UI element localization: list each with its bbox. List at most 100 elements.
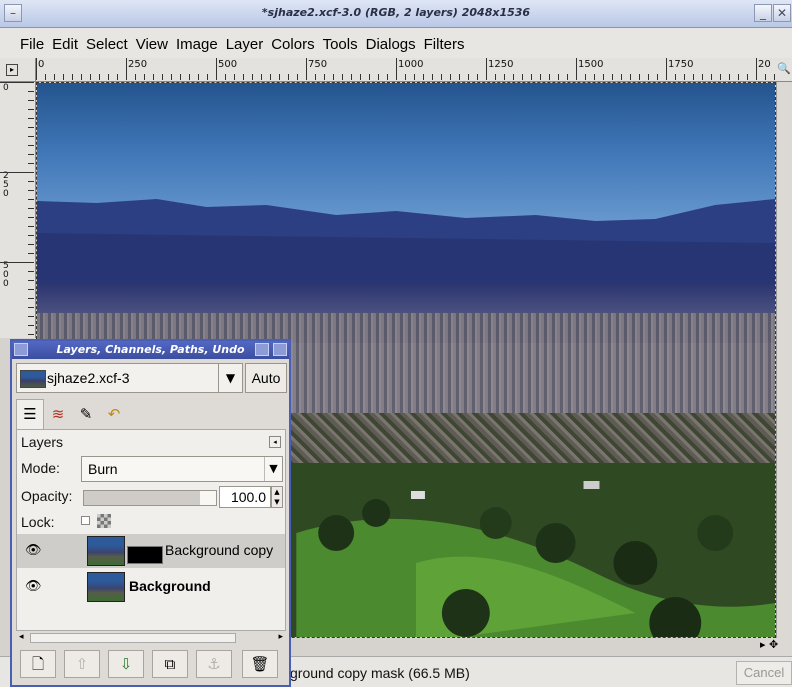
- ruler-tick: [513, 74, 514, 80]
- paths-tab-icon[interactable]: ✎: [72, 400, 100, 430]
- ruler-tick: [36, 58, 37, 80]
- ruler-tick: [45, 74, 46, 80]
- menu-view[interactable]: View: [132, 28, 172, 53]
- ruler-tick: [28, 280, 34, 281]
- ruler-label: 5 0 0: [3, 261, 9, 289]
- layers-horizontal-scrollbar[interactable]: ◂ ▸: [16, 630, 286, 644]
- opacity-fill: [84, 491, 201, 505]
- duplicate-layer-icon[interactable]: ⧉: [152, 650, 188, 678]
- ruler-tick: [28, 181, 34, 182]
- ruler-tick: [612, 74, 613, 80]
- scrollbar-thumb[interactable]: [30, 633, 236, 643]
- chevron-down-icon[interactable]: ▼: [264, 457, 282, 481]
- ruler-tick: [28, 91, 34, 92]
- ruler-tick: [144, 74, 145, 80]
- dock-maximize-icon[interactable]: [255, 343, 269, 356]
- ruler-tick: [639, 74, 640, 80]
- ruler-tick: [603, 74, 604, 80]
- layer-row[interactable]: 👁 Background: [17, 570, 285, 604]
- ruler-tick: [297, 74, 298, 80]
- vertical-ruler[interactable]: 0 2 5 0 5 0 0: [0, 82, 36, 338]
- menu-select[interactable]: Select: [82, 28, 132, 53]
- menu-dialogs[interactable]: Dialogs: [362, 28, 420, 53]
- anchor-layer-icon[interactable]: ⚓: [196, 650, 232, 678]
- opacity-slider[interactable]: [83, 490, 217, 506]
- menu-file[interactable]: File: [0, 28, 48, 53]
- ruler-tick: [28, 235, 34, 236]
- ruler-tick: [225, 74, 226, 80]
- ruler-tick: [549, 74, 550, 80]
- channels-tab-icon[interactable]: ≋: [44, 400, 72, 430]
- gimp-image-window: – *sjhaze2.xcf-3.0 (RGB, 2 layers) 2048x…: [0, 0, 792, 687]
- opacity-input[interactable]: 100.0: [219, 486, 271, 508]
- ruler-tick: [630, 74, 631, 80]
- ruler-tick: [540, 74, 541, 80]
- ruler-tick: [594, 74, 595, 80]
- eye-icon[interactable]: 👁: [25, 543, 42, 558]
- undo-tab-icon[interactable]: ↶: [100, 400, 128, 430]
- ruler-label: 0: [38, 59, 45, 70]
- ruler-tick: [28, 109, 34, 110]
- ruler-tick: [486, 58, 487, 80]
- delete-layer-icon[interactable]: 🗑: [242, 650, 278, 678]
- new-layer-icon[interactable]: 🗋: [20, 650, 56, 678]
- menu-layer[interactable]: Layer: [222, 28, 268, 53]
- mode-select[interactable]: Burn ▼: [81, 456, 283, 482]
- navigate-icon[interactable]: ▸ ✥: [760, 638, 792, 656]
- image-thumbnail: [20, 370, 46, 388]
- image-selector[interactable]: sjhaze2.xcf-3 ▼: [16, 363, 243, 393]
- ruler-tick: [28, 325, 34, 326]
- ruler-tick: [477, 74, 478, 80]
- lock-alpha-checkbox[interactable]: [81, 516, 90, 525]
- menu-colors[interactable]: Colors: [267, 28, 318, 53]
- menu-filters[interactable]: Filters: [420, 28, 469, 53]
- ruler-tick: [153, 74, 154, 80]
- ruler-label: 1500: [578, 59, 604, 70]
- ruler-tick: [180, 74, 181, 80]
- ruler-tick: [423, 74, 424, 80]
- menu-edit[interactable]: Edit: [48, 28, 82, 53]
- ruler-tick: [405, 74, 406, 80]
- scroll-right-icon[interactable]: ▸: [278, 632, 283, 642]
- chevron-down-icon[interactable]: ▼: [218, 364, 242, 392]
- raise-layer-icon[interactable]: ⇧: [64, 650, 100, 678]
- ruler-tick: [468, 74, 469, 80]
- lower-layer-icon[interactable]: ⇩: [108, 650, 144, 678]
- zoom-icon[interactable]: 🔍: [776, 58, 792, 82]
- layer-name: Background: [129, 578, 211, 594]
- horizontal-ruler[interactable]: 0 250 500 750 1000 1250 1500 1750 20: [36, 58, 776, 82]
- layer-row[interactable]: 👁 Background copy: [17, 534, 285, 568]
- ruler-tick: [279, 74, 280, 80]
- eye-icon[interactable]: 👁: [25, 579, 42, 594]
- ruler-tick: [28, 199, 34, 200]
- ruler-tick: [657, 74, 658, 80]
- layer-thumbnail: [87, 536, 125, 566]
- vertical-scrollbar[interactable]: [776, 82, 792, 638]
- menu-image[interactable]: Image: [172, 28, 222, 53]
- ruler-tick: [28, 316, 34, 317]
- ruler-tick: [738, 74, 739, 80]
- layers-tab-icon[interactable]: ☰: [16, 399, 44, 429]
- ruler-tick: [28, 253, 34, 254]
- dock-close-icon[interactable]: [273, 343, 287, 356]
- panel-menu-icon[interactable]: ◂: [269, 436, 281, 448]
- auto-button[interactable]: Auto: [245, 363, 287, 393]
- ruler-tick: [441, 74, 442, 80]
- menu-tools[interactable]: Tools: [319, 28, 362, 53]
- ruler-tick: [207, 74, 208, 80]
- scroll-left-icon[interactable]: ◂: [19, 632, 24, 642]
- opacity-spin-button[interactable]: ▲ ▼: [271, 486, 283, 508]
- ruler-tick: [351, 74, 352, 80]
- ruler-label: 20: [758, 59, 771, 70]
- mask-thumbnail[interactable]: [127, 546, 163, 564]
- close-icon[interactable]: ✕: [773, 4, 791, 22]
- lock-label: Lock:: [21, 514, 55, 530]
- cancel-button[interactable]: Cancel: [736, 661, 792, 685]
- ruler-corner[interactable]: ▸: [0, 58, 36, 82]
- ruler-tick: [729, 74, 730, 80]
- quick-mask-icon[interactable]: ▸: [6, 64, 18, 76]
- minimize-icon[interactable]: _: [754, 4, 772, 22]
- ruler-label: 500: [218, 59, 238, 70]
- ruler-tick: [72, 74, 73, 80]
- dock-menu-icon[interactable]: [14, 343, 28, 356]
